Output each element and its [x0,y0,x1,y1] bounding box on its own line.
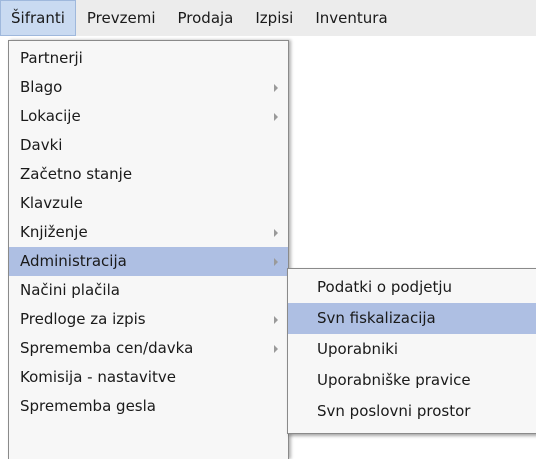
menu-item-blago[interactable]: Blago [9,73,288,102]
menu-item-label: Klavzule [20,194,83,212]
menubar-sifranti[interactable]: Šifranti [0,0,76,36]
sifranti-dropdown-menu: Partnerji Blago Lokacije Davki Začetno s… [8,40,289,459]
submenu-item-svn-poslovni-prostor[interactable]: Svn poslovni prostor [288,396,536,427]
menu-item-partnerji[interactable]: Partnerji [9,44,288,73]
menu-item-sprememba-gesla[interactable]: Sprememba gesla [9,392,288,421]
submenu-item-podatki-o-podjetju[interactable]: Podatki o podjetju [288,272,536,303]
menu-bar: Šifranti Prevzemi Prodaja Izpisi Inventu… [0,0,536,36]
submenu-arrow-icon [274,112,278,121]
menu-item-label: Sprememba cen/davka [20,339,194,357]
menu-item-label: Knjiženje [20,223,88,241]
menu-item-davki[interactable]: Davki [9,131,288,160]
menu-item-label: Sprememba gesla [20,397,156,415]
menu-item-predloge-za-izpis[interactable]: Predloge za izpis [9,305,288,334]
submenu-arrow-icon [274,315,278,324]
submenu-arrow-icon [274,228,278,237]
menu-item-knjizenje[interactable]: Knjiženje [9,218,288,247]
menu-item-label: Blago [20,78,63,96]
menubar-inventura[interactable]: Inventura [304,0,398,36]
menu-item-label: Partnerji [20,49,83,67]
administracija-submenu: Podatki o podjetju Svn fiskalizacija Upo… [287,268,536,434]
submenu-item-uporabniki[interactable]: Uporabniki [288,334,536,365]
menu-item-label: Predloge za izpis [20,310,146,328]
menu-item-administracija[interactable]: Administracija [9,247,288,276]
submenu-arrow-icon [274,344,278,353]
menu-item-klavzule[interactable]: Klavzule [9,189,288,218]
menu-item-label: Administracija [20,252,127,270]
menubar-izpisi[interactable]: Izpisi [244,0,304,36]
menu-item-label: Začetno stanje [20,165,133,183]
menu-item-nacini-placila[interactable]: Načini plačila [9,276,288,305]
menu-item-label: Lokacije [20,107,81,125]
menu-item-zacetno-stanje[interactable]: Začetno stanje [9,160,288,189]
menu-item-label: Komisija - nastavitve [20,368,176,386]
menu-item-label: Načini plačila [20,281,120,299]
menu-item-label: Davki [20,136,63,154]
submenu-arrow-icon [274,83,278,92]
submenu-item-uporabniske-pravice[interactable]: Uporabniške pravice [288,365,536,396]
menu-item-sprememba-cen-davka[interactable]: Sprememba cen/davka [9,334,288,363]
submenu-item-svn-fiskalizacija[interactable]: Svn fiskalizacija [288,303,536,334]
menubar-prevzemi[interactable]: Prevzemi [76,0,167,36]
menu-item-komisija-nastavitve[interactable]: Komisija - nastavitve [9,363,288,392]
menu-item-lokacije[interactable]: Lokacije [9,102,288,131]
submenu-arrow-icon [274,257,278,266]
menubar-prodaja[interactable]: Prodaja [167,0,245,36]
